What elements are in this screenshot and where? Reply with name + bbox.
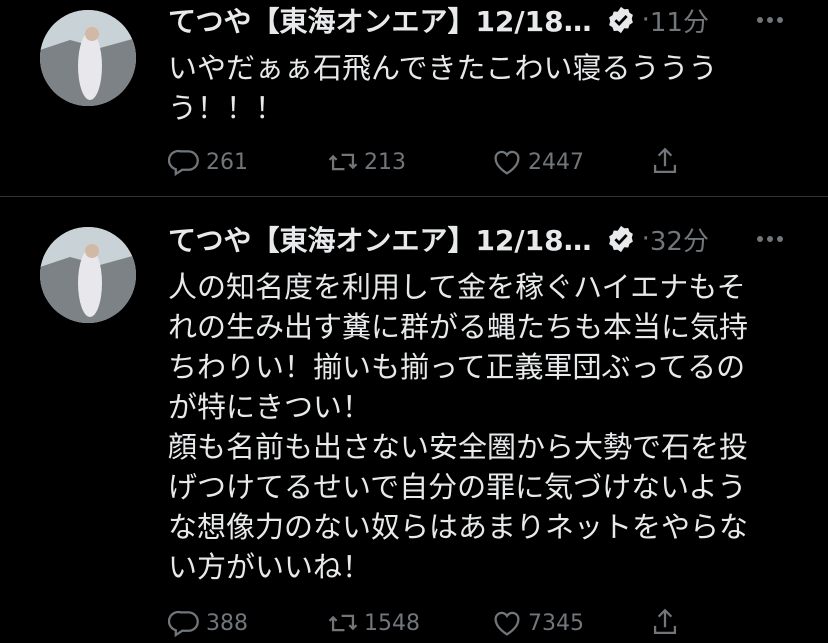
like-count: 7345 [528, 610, 584, 636]
share-icon [653, 147, 677, 174]
verified-badge-icon [608, 225, 633, 253]
tweet-time[interactable]: 32分 [650, 221, 709, 258]
like-icon [494, 611, 520, 636]
author-name[interactable]: てつや【東海オンエア】12/18… [168, 0, 592, 40]
retweet-button[interactable]: 1548 [326, 603, 420, 643]
share-button[interactable] [648, 603, 682, 643]
tweet[interactable]: てつや【東海オンエア】12/18… · 11分 いやだぁぁ石飛んできたこわい寝る… [0, 0, 828, 196]
tweet-actions: 388 1548 7345 [168, 603, 688, 643]
avatar[interactable] [40, 10, 136, 106]
reply-button[interactable]: 261 [168, 142, 248, 182]
tweet-header: てつや【東海オンエア】12/18… · 11分 [168, 0, 709, 40]
more-icon[interactable] [752, 221, 788, 257]
reply-count: 388 [206, 610, 248, 636]
separator-dot: · [641, 5, 650, 35]
verified-badge-icon [608, 6, 633, 34]
share-icon [653, 608, 677, 635]
tweet-time[interactable]: 11分 [650, 2, 709, 39]
tweet[interactable]: てつや【東海オンエア】12/18… · 32分 人の知名度を利用して金を稼ぐハイ… [0, 196, 828, 641]
tweet-text: いやだぁぁ石飛んできたこわい寝るうううう！！！ [168, 51, 718, 125]
more-icon[interactable] [752, 2, 788, 38]
retweet-count: 213 [364, 149, 406, 175]
retweet-button[interactable]: 213 [326, 142, 406, 182]
reply-icon [168, 610, 199, 638]
like-button[interactable]: 2447 [490, 142, 584, 182]
like-count: 2447 [528, 149, 584, 175]
retweet-icon [328, 614, 358, 632]
like-icon [494, 150, 520, 175]
retweet-icon [328, 153, 358, 171]
avatar[interactable] [40, 227, 136, 323]
author-name[interactable]: てつや【東海オンエア】12/18… [168, 219, 592, 259]
retweet-count: 1548 [364, 610, 420, 636]
reply-button[interactable]: 388 [168, 603, 248, 643]
tweet-text: 人の知名度を利用して金を稼ぐハイエナもそれの生み出す糞に群がる蝿たちも本当に気持… [168, 270, 749, 584]
share-button[interactable] [648, 142, 682, 182]
separator-dot: · [641, 224, 650, 254]
tweet-actions: 261 213 2447 [168, 142, 688, 182]
reply-icon [168, 149, 199, 177]
reply-count: 261 [206, 149, 248, 175]
tweet-header: てつや【東海オンエア】12/18… · 32分 [168, 219, 709, 259]
like-button[interactable]: 7345 [490, 603, 584, 643]
